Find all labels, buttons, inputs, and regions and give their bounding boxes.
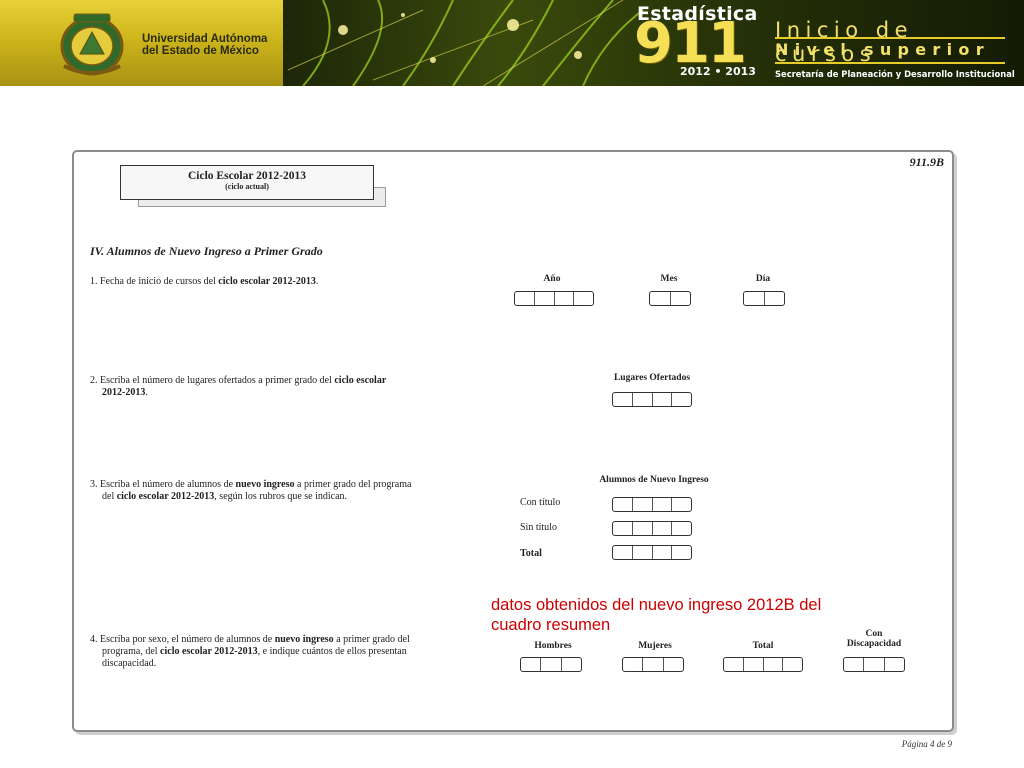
q3-line2: del [102, 491, 117, 502]
q4-line3: discapacidad. [102, 658, 157, 669]
question-3: 3. Escriba el número de alumnos de nuevo… [90, 479, 411, 503]
q1-text: 1. Fecha de inicio de cursos del [90, 276, 219, 287]
q3-line1: 3. Escriba el número de alumnos de [90, 479, 236, 490]
q3-line1-suffix: a primer grado del programa [294, 479, 412, 490]
q4-line2: programa, del [102, 646, 161, 657]
note-line2: cuadro resumen [491, 616, 611, 634]
total-input-cells[interactable] [612, 545, 692, 560]
cycle-box: Ciclo Escolar 2012-2013 (ciclo actual) [120, 165, 374, 200]
university-name-line1: Universidad Autónoma [142, 33, 268, 45]
row-total: Total [520, 548, 542, 559]
month-input-cells[interactable] [649, 291, 691, 306]
q2-line1-bold: ciclo escolar [334, 375, 387, 386]
hombres-input-cells[interactable] [520, 657, 582, 672]
label-mujeres: Mujeres [638, 641, 672, 651]
cycle-years: 2012 • 2013 [680, 65, 756, 78]
page-number: Página 4 de 9 [901, 739, 952, 749]
label-alumnos-nuevo-ingreso: Alumnos de Nuevo Ingreso [599, 475, 709, 485]
label-con-discapacidad: Con Discapacidad [832, 629, 916, 649]
discapacidad-input-cells[interactable] [843, 657, 905, 672]
q4-line2-bold: ciclo escolar 2012-2013 [160, 646, 258, 657]
day-input-cells[interactable] [743, 291, 785, 306]
university-name: Universidad Autónoma del Estado de Méxic… [142, 33, 267, 57]
year-input-cells[interactable] [514, 291, 594, 306]
secretaria-subtitle: Secretaría de Planeación y Desarrollo In… [775, 69, 1015, 79]
label-year: Año [543, 274, 561, 284]
con-titulo-input-cells[interactable] [612, 497, 692, 512]
total-sexo-input-cells[interactable] [723, 657, 803, 672]
label-con: Con [865, 629, 883, 639]
section-title: IV. Alumnos de Nuevo Ingreso a Primer Gr… [90, 244, 323, 258]
label-discapacidad: Discapacidad [846, 639, 902, 649]
cycle-subtitle: (ciclo actual) [225, 182, 269, 191]
lugares-input-cells[interactable] [612, 392, 692, 407]
q3-line2-suffix: , según los rubros que se indican. [214, 491, 348, 502]
row-sin-titulo: Sin título [520, 522, 557, 533]
q3-line2-bold: ciclo escolar 2012-2013 [116, 491, 215, 502]
note-line1: datos obtenidos del nuevo ingreso 2012B … [491, 596, 822, 614]
header-banner: Universidad Autónoma del Estado de Méxic… [0, 0, 1024, 86]
q2-line2-suffix: . [145, 387, 148, 398]
row-con-titulo: Con título [520, 497, 561, 508]
sin-titulo-input-cells[interactable] [612, 521, 692, 536]
q2-line2-bold: 2012-2013 [102, 387, 146, 398]
q4-line1: 4. Escriba por sexo, el número de alumno… [90, 634, 275, 645]
question-2: 2. Escriba el número de lugares ofertado… [90, 375, 386, 399]
nivel-superior-title: Nivel superior [775, 40, 990, 59]
q3-line1-bold: nuevo ingreso [235, 479, 295, 490]
q1-suffix: . [315, 276, 319, 287]
red-annotation-note: datos obtenidos del nuevo ingreso 2012B … [491, 595, 821, 635]
mujeres-input-cells[interactable] [622, 657, 684, 672]
form-code: 911.9B [909, 155, 944, 169]
university-name-line2: del Estado de México [142, 45, 259, 57]
questionnaire-form: 911.9B Ciclo Escolar 2012-2013 (ciclo ac… [72, 150, 954, 749]
cycle-title: Ciclo Escolar 2012-2013 [188, 170, 306, 182]
q4-line2-suffix: , e indique cuántos de ellos presentan [257, 646, 407, 657]
q4-line1-bold: nuevo ingreso [274, 634, 334, 645]
label-day: Día [755, 274, 771, 284]
label-total-sexo: Total [752, 641, 774, 651]
question-1: 1. Fecha de inicio de cursos del ciclo e… [90, 276, 318, 288]
label-month: Mes [660, 274, 678, 284]
label-hombres: Hombres [534, 641, 572, 651]
title-divider-bottom [775, 62, 1005, 64]
university-crest-icon [60, 13, 124, 76]
question-4: 4. Escriba por sexo, el número de alumno… [90, 634, 410, 670]
q4-line1-suffix: a primer grado del [333, 634, 410, 645]
q2-line1: 2. Escriba el número de lugares ofertado… [90, 375, 335, 386]
q1-bold: ciclo escolar 2012-2013 [218, 276, 316, 287]
label-lugares-ofertados: Lugares Ofertados [613, 373, 691, 383]
title-divider-top [775, 37, 1005, 39]
